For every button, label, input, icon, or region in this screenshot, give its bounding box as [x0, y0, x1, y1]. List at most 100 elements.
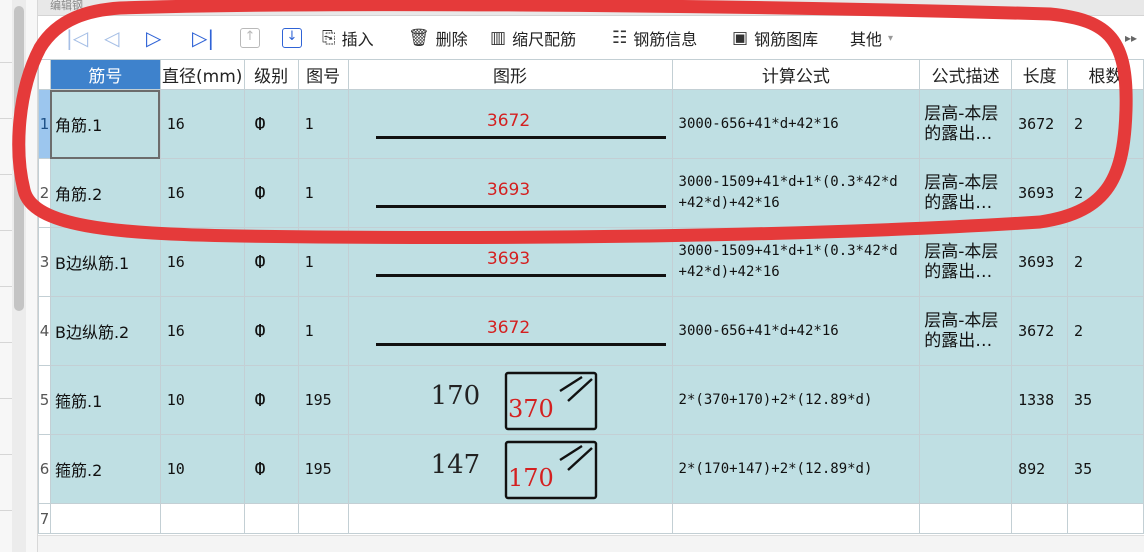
toolbar-overflow-button[interactable]: ▸▸	[1122, 27, 1140, 49]
figure-no-cell[interactable]: 1	[297, 227, 349, 297]
shape-cell[interactable]: 170 370	[347, 365, 673, 435]
table-row[interactable]: 7	[38, 503, 1144, 534]
delete-button[interactable]: 🗑 删除	[408, 17, 468, 59]
formula-cell[interactable]: 3000-656+41*d+42*16	[671, 296, 921, 366]
first-record-button[interactable]: |◁	[66, 17, 88, 59]
formula-cell[interactable]: 3000-1509+41*d+1*(0.3*42*d +42*d)+42*16	[671, 158, 921, 228]
shape-cell[interactable]: 3672	[347, 296, 673, 366]
diameter-cell[interactable]	[159, 503, 245, 534]
bar-name-cell[interactable]	[49, 503, 161, 534]
diameter-cell[interactable]: 16	[159, 227, 245, 297]
last-record-button[interactable]: ▷|	[192, 17, 214, 59]
table-row[interactable]: 3 B边纵筋.1 16 Ф 1 3693 3000-1509+41*d+1*(0.3*42*…	[38, 227, 1144, 297]
formula-desc-cell[interactable]	[919, 503, 1013, 534]
column-header-grade[interactable]: 级别	[243, 59, 299, 90]
count-cell[interactable]: 2	[1067, 89, 1144, 159]
diameter-cell[interactable]: 10	[159, 434, 245, 504]
count-cell[interactable]: 35	[1067, 434, 1144, 504]
count-cell[interactable]: 2	[1067, 227, 1144, 297]
column-header-bar-number[interactable]: 筋号	[49, 59, 161, 90]
count-cell[interactable]: 2	[1067, 296, 1144, 366]
formula-desc-cell[interactable]: 层高-本层 的露出…	[919, 158, 1013, 228]
grade-cell[interactable]: Ф	[243, 89, 299, 159]
table-row[interactable]: 5 箍筋.1 10 Ф 195 170 370 2*(370+170)+2*(12.89*d)…	[38, 365, 1144, 435]
rebar-library-button[interactable]: ▣ 钢筋图库	[732, 17, 818, 59]
figure-no-cell[interactable]: 195	[297, 365, 349, 435]
diameter-cell[interactable]: 16	[159, 158, 245, 228]
other-menu-button[interactable]: 其他 ▾	[850, 17, 893, 59]
length-cell[interactable]	[1011, 503, 1069, 534]
grade-cell[interactable]: Ф	[243, 434, 299, 504]
column-header-shape[interactable]: 图形	[347, 59, 673, 90]
column-header-figure-no[interactable]: 图号	[297, 59, 349, 90]
shape-cell[interactable]: 3693	[347, 227, 673, 297]
grade-cell[interactable]	[243, 503, 299, 534]
formula-cell[interactable]: 3000-656+41*d+42*16	[671, 89, 921, 159]
formula-desc-cell[interactable]: 层高-本层 的露出…	[919, 296, 1013, 366]
column-header-length[interactable]: 长度	[1011, 59, 1069, 90]
shape-cell[interactable]: 3672	[347, 89, 673, 159]
figure-no-cell[interactable]: 1	[297, 296, 349, 366]
bar-name-cell[interactable]: 箍筋.2	[49, 434, 161, 504]
length-cell[interactable]: 1338	[1011, 365, 1069, 435]
grade-cell[interactable]: Ф	[243, 158, 299, 228]
shape-cell[interactable]	[347, 503, 673, 534]
table-row[interactable]: 2 角筋.2 16 Ф 1 3693 3000-1509+41*d+1*(0.3*42*d …	[38, 158, 1144, 228]
row-number[interactable]: 2	[38, 158, 51, 228]
formula-desc-cell[interactable]: 层高-本层 的露出…	[919, 227, 1013, 297]
next-record-button[interactable]: ▷	[146, 17, 161, 59]
column-header-formula[interactable]: 计算公式	[671, 59, 921, 90]
diameter-cell[interactable]: 16	[159, 296, 245, 366]
row-number[interactable]: 3	[38, 227, 51, 297]
shape-cell[interactable]: 3693	[347, 158, 673, 228]
left-scrollbar-thumb[interactable]	[14, 6, 24, 311]
table-row[interactable]: 1 角筋.1 16 Ф 1 3672 3000-656+41*d+42*16 层高-本层 的露…	[38, 89, 1144, 159]
grade-cell[interactable]: Ф	[243, 296, 299, 366]
figure-no-cell[interactable]: 1	[297, 158, 349, 228]
bar-name-cell[interactable]: 角筋.1	[49, 89, 161, 159]
table-row[interactable]: 4 B边纵筋.2 16 Ф 1 3672 3000-656+41*d+42*16 层高-本层 …	[38, 296, 1144, 366]
grade-cell[interactable]: Ф	[243, 365, 299, 435]
formula-desc-cell[interactable]	[919, 365, 1013, 435]
move-down-button[interactable]: ↓	[282, 17, 302, 59]
length-cell[interactable]: 892	[1011, 434, 1069, 504]
prev-record-button[interactable]: ◁	[104, 17, 119, 59]
formula-cell[interactable]	[671, 503, 921, 534]
length-cell[interactable]: 3672	[1011, 296, 1069, 366]
formula-cell[interactable]: 2*(370+170)+2*(12.89*d)	[671, 365, 921, 435]
count-cell[interactable]: 35	[1067, 365, 1144, 435]
formula-desc-cell[interactable]: 层高-本层 的露出…	[919, 89, 1013, 159]
row-number[interactable]: 4	[38, 296, 51, 366]
bar-name-cell[interactable]: 箍筋.1	[49, 365, 161, 435]
formula-desc-cell[interactable]	[919, 434, 1013, 504]
row-number[interactable]: 6	[38, 434, 51, 504]
column-header-count[interactable]: 根数	[1067, 59, 1144, 90]
diameter-cell[interactable]: 10	[159, 365, 245, 435]
row-number[interactable]: 1	[38, 89, 51, 159]
insert-button[interactable]: ⎘ 插入	[322, 17, 374, 59]
length-cell[interactable]: 3672	[1011, 89, 1069, 159]
column-header-formula-desc[interactable]: 公式描述	[919, 59, 1013, 90]
bar-name-cell[interactable]: B边纵筋.1	[49, 227, 161, 297]
formula-cell[interactable]: 2*(170+147)+2*(12.89*d)	[671, 434, 921, 504]
length-cell[interactable]: 3693	[1011, 158, 1069, 228]
figure-no-cell[interactable]	[297, 503, 349, 534]
count-cell[interactable]: 2	[1067, 158, 1144, 228]
count-cell[interactable]	[1067, 503, 1144, 534]
length-cell[interactable]: 3693	[1011, 227, 1069, 297]
figure-no-cell[interactable]: 195	[297, 434, 349, 504]
row-number[interactable]: 7	[38, 503, 51, 534]
shape-cell[interactable]: 147 170	[347, 434, 673, 504]
bar-name-cell[interactable]: 角筋.2	[49, 158, 161, 228]
rebar-info-button[interactable]: ☷ 钢筋信息	[612, 17, 697, 59]
table-row[interactable]: 6 箍筋.2 10 Ф 195 147 170 2*(170+147)+2*(12.89*d)…	[38, 434, 1144, 504]
column-header-diameter[interactable]: 直径(mm)	[159, 59, 245, 90]
figure-no-cell[interactable]: 1	[297, 89, 349, 159]
grade-cell[interactable]: Ф	[243, 227, 299, 297]
row-number[interactable]: 5	[38, 365, 51, 435]
bar-name-cell[interactable]: B边纵筋.2	[49, 296, 161, 366]
move-up-button[interactable]: ↑	[240, 17, 260, 59]
formula-cell[interactable]: 3000-1509+41*d+1*(0.3*42*d +42*d)+42*16	[671, 227, 921, 297]
horizontal-scrollbar[interactable]	[38, 535, 1144, 552]
diameter-cell[interactable]: 16	[159, 89, 245, 159]
